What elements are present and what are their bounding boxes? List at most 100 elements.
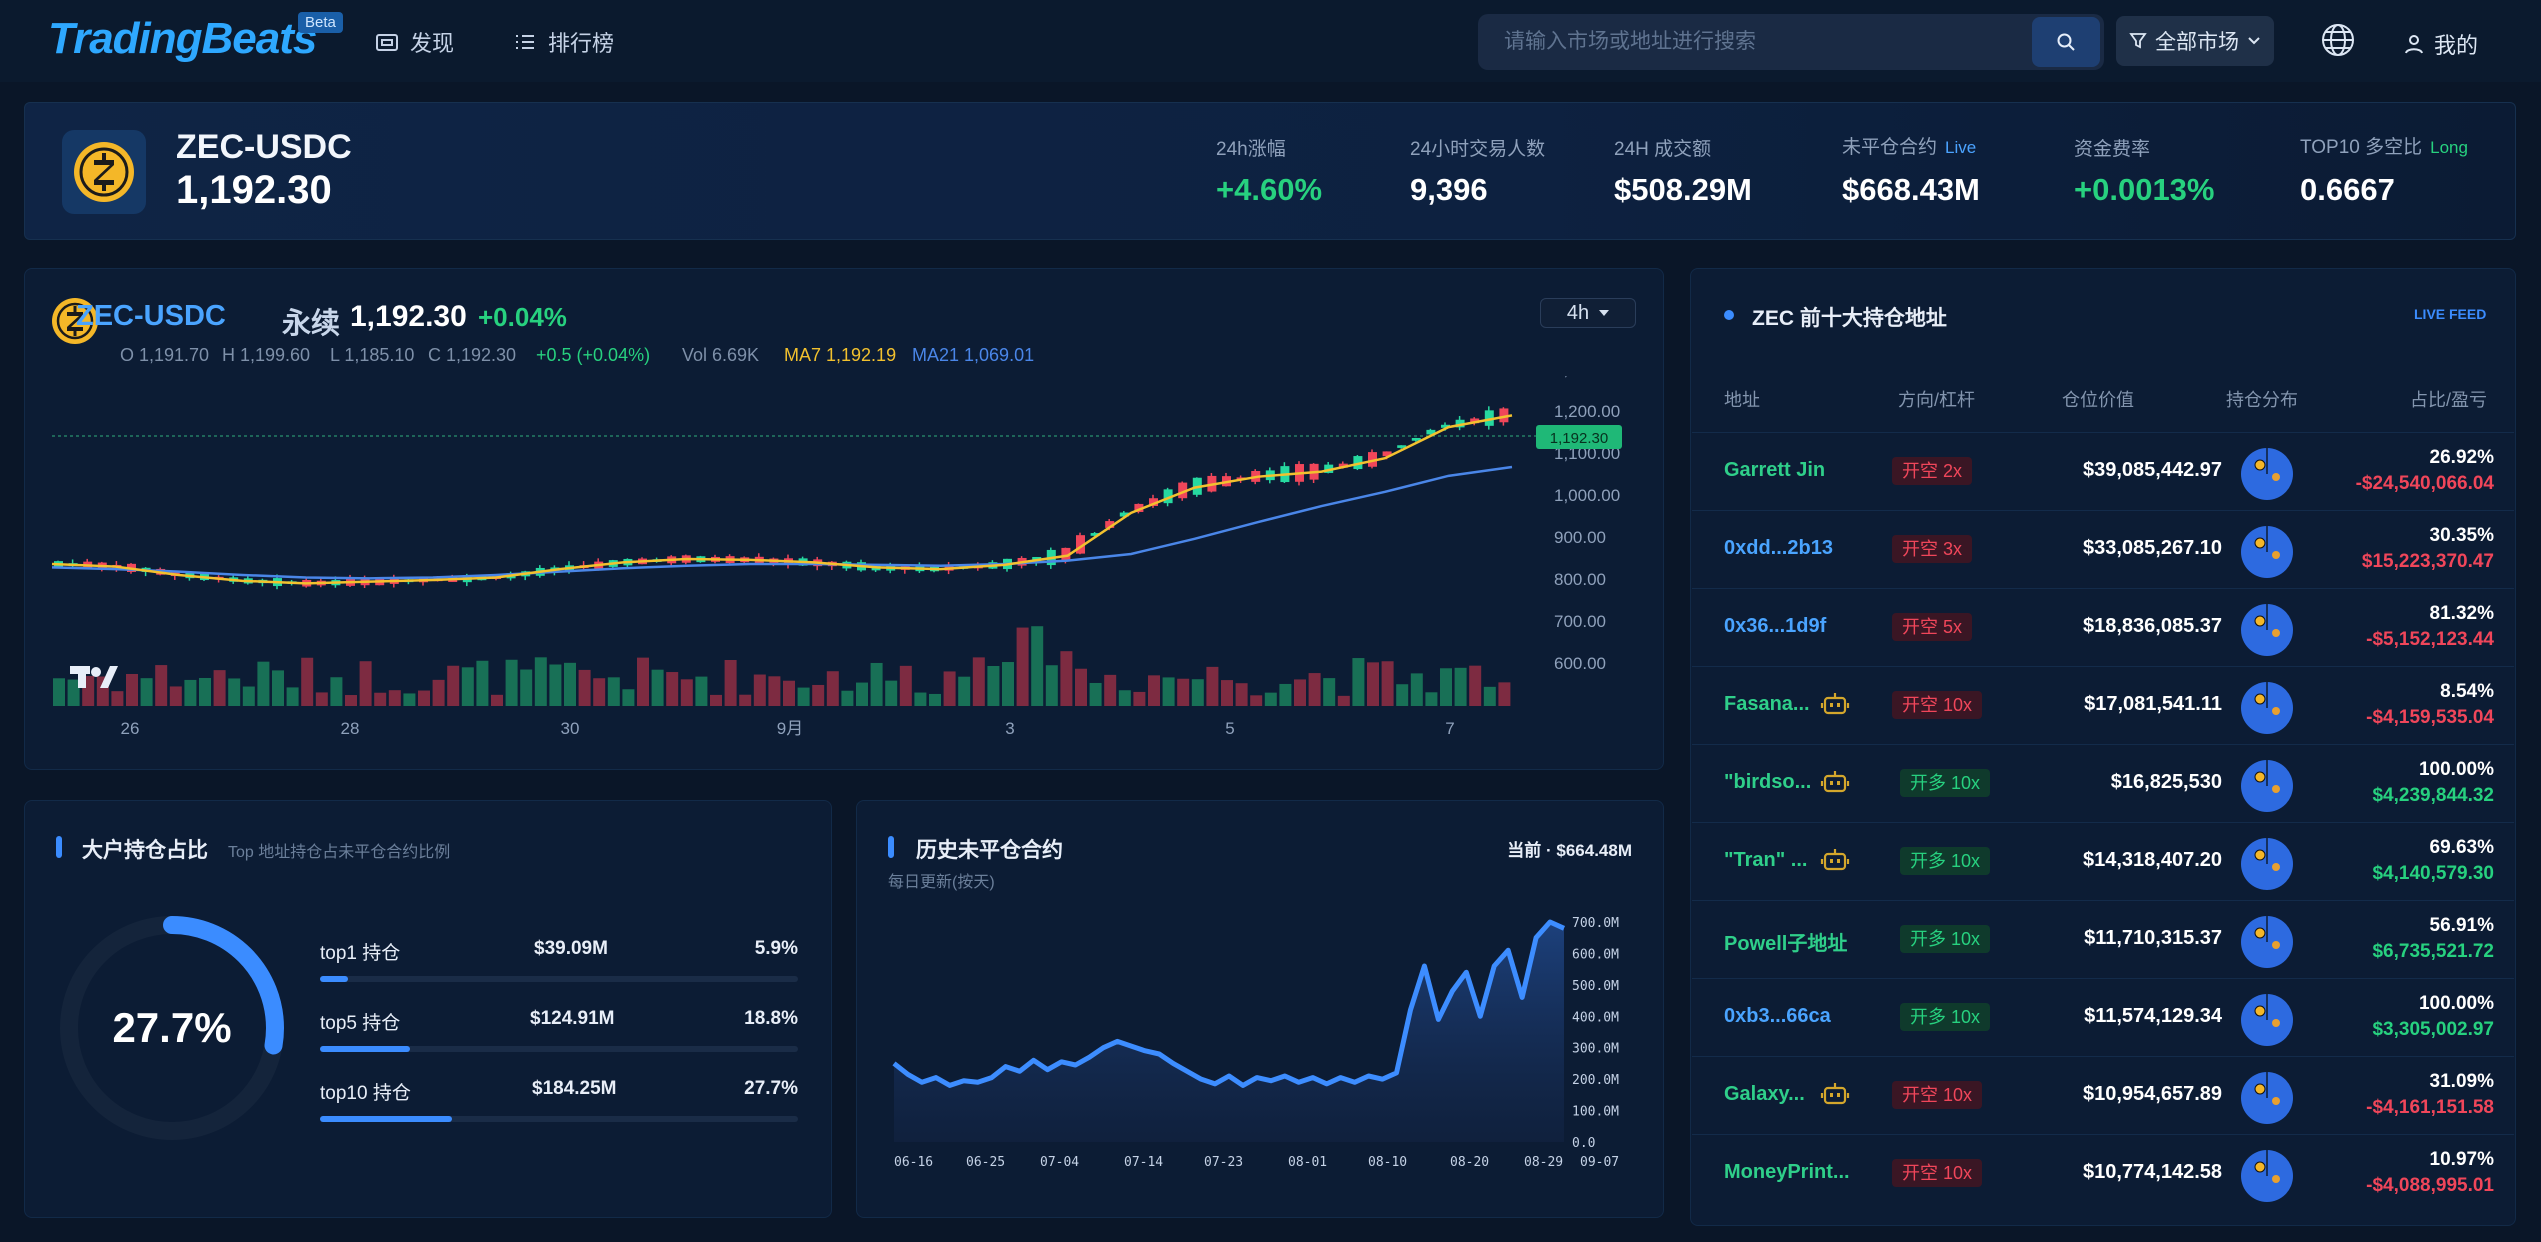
holder-row[interactable]: Powell子地址 开多 10x $11,710,315.37 56.91% $6,73… [1692,900,2514,978]
holding-share: 8.54% [2440,681,2494,702]
holder-row[interactable]: Garrett Jin 开空 2x $39,085,442.97 26.92% -$24… [1692,432,2514,510]
holder-name[interactable]: Garrett Jin [1724,459,1825,482]
volume-bar [1308,673,1321,706]
holder-row[interactable]: "birdso... 开多 10x $16,825,530 100.00% $4,239… [1692,744,2514,822]
volume-bar [330,677,343,706]
holder-row[interactable]: MoneyPrint... 开空 10x $10,774,142.58 10.97% -… [1692,1134,2514,1212]
y-tick-label: 1,300.00 [1554,376,1620,379]
distribution-pie [2240,603,2294,662]
volume-bar [1104,674,1117,706]
holder-row[interactable]: "Tran" ... 开多 10x $14,318,407.20 69.63% $4,1… [1692,822,2514,900]
y-tick-label: 600.00 [1554,654,1606,673]
side-badge: 开空 10x [1892,1081,1983,1109]
volume-bar [870,662,883,706]
search-input[interactable]: 请输入市场或地址进行搜索 [1478,14,2104,70]
user-menu[interactable]: 我的 [2404,28,2478,60]
holder-name[interactable]: Fasana... [1724,693,1810,716]
position-value: $18,836,085.37 [2082,615,2222,637]
oi-y-tick: 300.0M [1572,1042,1619,1057]
market-filter-dropdown[interactable]: 全部市场 [2116,16,2274,66]
beta-badge: Beta [298,12,343,33]
pnl-value: -$4,159,535.04 [2366,707,2494,728]
holding-share: 30.35% [2429,525,2494,546]
volume-bar [841,690,854,706]
holder-row[interactable]: 0x36...1d9f 开空 5x $18,836,085.37 81.32% -$5,… [1692,588,2514,666]
volume-bar [1294,679,1306,706]
oi-y-axis: 700.0M 600.0M 500.0M 400.0M 300.0M 200.0M 100.… [1572,916,1619,1151]
top1-pct: 5.9% [754,938,798,959]
volume-bar [53,678,65,706]
volume-bar [929,693,941,706]
holder-name[interactable]: 0xdd...2b13 [1724,537,1833,560]
stat-oi-value: $668.43M [1842,172,1980,207]
top1-fill [320,976,349,982]
holder-name[interactable]: 0x36...1d9f [1724,615,1826,638]
logo[interactable]: TradingBeats [48,14,317,64]
x-tick-label: 3 [1005,719,1014,738]
top10-row: top10 持仓 $184.25M 27.7% [320,1078,798,1122]
distribution-pie [2240,759,2294,818]
holder-row[interactable]: 0xb3...66ca 开多 10x $11,574,129.34 100.00% $3… [1692,978,2514,1056]
ohlc-high: H 1,199.60 [222,345,311,365]
holder-name[interactable]: "birdso... [1724,771,1811,794]
holder-row[interactable]: Galaxy... 开空 10x $10,954,657.89 31.09% -$4,1… [1692,1056,2514,1134]
oi-subtitle: 每日更新(按天) [888,874,995,891]
top5-track [320,1046,798,1052]
volume-bar [1469,665,1482,706]
oi-x-tick: 07-23 [1204,1155,1243,1170]
oi-title: 历史未平仓合约 [916,839,1063,862]
oi-area [894,922,1564,1142]
volume-bar [447,665,460,706]
volume-bar [286,687,299,706]
position-value: $39,085,442.97 [2082,459,2222,481]
volume-bar [1483,686,1496,706]
volume-bar [622,689,635,706]
search-button[interactable] [2032,17,2100,67]
volume-bar [1177,678,1190,706]
pnl-value: -$24,540,066.04 [2355,473,2494,494]
volume-bar [578,669,591,706]
ohlc-volume: Vol 6.69K [682,345,760,365]
volume-bar [1075,668,1087,706]
robot-icon [1820,689,1850,724]
volume-bar [710,694,722,706]
position-value: $11,574,129.34 [2084,1005,2222,1027]
top5-label: top5 持仓 [320,1013,401,1034]
holder-name[interactable]: MoneyPrint... [1724,1161,1850,1184]
volume-bar [899,665,912,706]
top5-fill [320,1046,410,1052]
big-holders-title: 大户持仓占比 [82,839,208,862]
holder-name[interactable]: 0xb3...66ca [1724,1005,1831,1028]
volume-bar [461,667,474,706]
volume-bar [1206,666,1219,706]
oi-x-tick: 06-25 [966,1155,1005,1170]
nav-ranking[interactable]: 排行榜 [514,26,614,58]
col-direction: 方向/杠杆 [1898,390,1976,410]
stat-oi-label: 未平仓合约 Live [1842,137,1977,158]
holder-row[interactable]: 0xdd...2b13 开空 3x $33,085,267.10 30.35% $15,… [1692,510,2514,588]
ohlc-open: O 1,191.70 [120,345,210,365]
holder-name[interactable]: Powell子地址 [1724,927,1847,956]
top1-track [320,976,798,982]
pnl-value: -$4,088,995.01 [2366,1175,2494,1196]
x-tick-label: 9月 [777,719,803,738]
volume-bar [301,657,314,706]
holder-row[interactable]: Fasana... 开空 10x $17,081,541.11 8.54% -$4,15… [1692,666,2514,744]
volume-bar [1060,651,1073,706]
holder-name[interactable]: Galaxy... [1724,1083,1805,1106]
holder-name[interactable]: "Tran" ... [1724,849,1807,872]
volume-bar [505,659,518,706]
stat-change-value: +4.60% [1216,172,1323,207]
nav-discover[interactable]: 发现 [376,26,454,58]
side-badge: 开空 2x [1892,457,1973,485]
candlestick-chart[interactable]: 1,300.001,200.001,100.001,000.00900.0080… [50,376,1650,760]
volume-bar [315,692,328,706]
volume-bar [359,661,372,706]
timeframe-select[interactable]: 4h [1540,298,1636,328]
volume-bar [242,686,255,706]
distribution-pie [2240,681,2294,740]
top10-label: top10 持仓 [320,1083,411,1104]
language-button[interactable] [2320,22,2356,63]
top10-track [320,1116,798,1122]
timeframe-value: 4h [1566,301,1590,324]
